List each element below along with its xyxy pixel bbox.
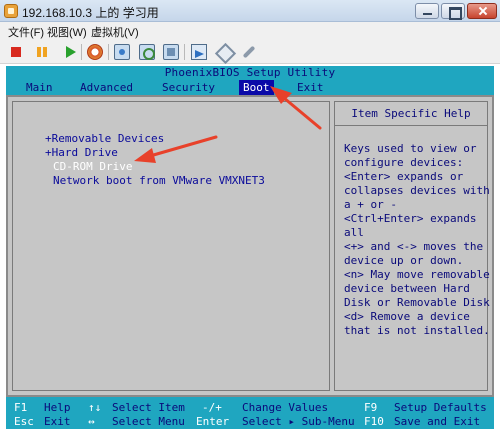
- menu-vm[interactable]: 虚拟机(V): [91, 24, 139, 40]
- key-f9: F9: [364, 401, 378, 414]
- tab-main[interactable]: Main: [22, 80, 57, 95]
- bios-title: PhoenixBIOS Setup Utility: [6, 66, 494, 80]
- close-icon[interactable]: [467, 3, 497, 19]
- minimize-icon[interactable]: [415, 3, 439, 19]
- help-panel: Item Specific Help Keys used to view or …: [334, 101, 490, 391]
- help-line: all: [344, 226, 364, 239]
- help-line: <+> and <-> moves the: [344, 240, 484, 253]
- vmware-app-icon: [4, 4, 18, 18]
- key-f9-desc: Setup Defaults: [394, 401, 487, 414]
- tab-advanced[interactable]: Advanced: [76, 80, 137, 95]
- bios-key-legend: F1 Help ↑↓ Select Item -/+ Change Values…: [6, 397, 494, 429]
- menu-file[interactable]: 文件(F): [8, 24, 44, 40]
- revert-snapshot-icon[interactable]: [139, 44, 155, 60]
- toolbar-separator: [108, 44, 109, 60]
- help-line: a + or -: [344, 198, 397, 211]
- snapshot-icon[interactable]: [114, 44, 130, 60]
- key-leftright-desc: Select Menu: [112, 415, 185, 428]
- help-title: Item Specific Help: [335, 102, 487, 126]
- toolbar-separator: [81, 44, 82, 60]
- fullscreen-icon[interactable]: [191, 44, 207, 60]
- preferences-icon[interactable]: [241, 44, 257, 60]
- key-esc-desc: Exit: [44, 415, 71, 428]
- menu-view[interactable]: 视图(W): [47, 24, 87, 40]
- maximize-icon[interactable]: [441, 3, 465, 20]
- key-updown: ↑↓: [88, 401, 102, 414]
- help-line: device up or down.: [344, 254, 464, 267]
- help-line: configure devices:: [344, 156, 464, 169]
- boot-item-hard-drive[interactable]: +Hard Drive: [45, 146, 118, 160]
- help-line: device between Hard: [344, 282, 470, 295]
- boot-item-cdrom[interactable]: CD-ROM Drive: [53, 160, 132, 174]
- boot-item-network[interactable]: Network boot from VMware VMXNET3: [53, 174, 265, 188]
- key-enter-desc: Select ▸ Sub-Menu: [242, 415, 355, 428]
- unity-icon[interactable]: [216, 44, 232, 60]
- pause-icon[interactable]: [34, 44, 50, 60]
- key-f10-desc: Save and Exit: [394, 415, 481, 428]
- help-line: <d> Remove a device: [344, 310, 470, 323]
- tab-exit[interactable]: Exit: [293, 80, 328, 95]
- bios-content: +Removable Devices +Hard Drive CD-ROM Dr…: [6, 95, 494, 397]
- bios-screen[interactable]: PhoenixBIOS Setup Utility Main Advanced …: [6, 66, 494, 429]
- boot-order-panel: +Removable Devices +Hard Drive CD-ROM Dr…: [12, 101, 330, 391]
- help-line: <n> May move removable: [344, 268, 490, 281]
- tab-boot[interactable]: Boot: [239, 80, 274, 95]
- key-updown-desc: Select Item: [112, 401, 185, 414]
- help-line: <Ctrl+Enter> expands: [344, 212, 477, 225]
- help-line: collapses devices with: [344, 184, 490, 197]
- help-line: that is not installed.: [344, 324, 490, 337]
- manage-snapshots-icon[interactable]: [163, 44, 179, 60]
- key-f1: F1: [14, 401, 28, 414]
- help-line: Keys used to view or: [344, 142, 477, 155]
- key-esc: Esc: [14, 415, 34, 428]
- key-minus-plus: -/+: [202, 401, 222, 414]
- reset-icon[interactable]: [87, 44, 103, 60]
- help-line: <Enter> expands or: [344, 170, 464, 183]
- help-line: Disk or Removable Disk: [344, 296, 490, 309]
- bios-tab-bar: Main Advanced Security Boot Exit: [6, 80, 494, 95]
- menu-bar: 文件(F) 视图(W) 虚拟机(V): [0, 22, 500, 40]
- toolbar: [0, 40, 500, 64]
- tab-security[interactable]: Security: [158, 80, 219, 95]
- boot-item-removable[interactable]: +Removable Devices: [45, 132, 164, 146]
- play-icon[interactable]: [62, 44, 78, 60]
- key-leftright: ↔: [88, 415, 95, 428]
- window-titlebar: 192.168.10.3 上的 学习用: [0, 0, 500, 22]
- key-f1-desc: Help: [44, 401, 71, 414]
- key-f10: F10: [364, 415, 384, 428]
- window-title: 192.168.10.3 上的 学习用: [22, 6, 159, 20]
- stop-icon[interactable]: [8, 44, 24, 60]
- key-minus-plus-desc: Change Values: [242, 401, 329, 414]
- key-enter: Enter: [196, 415, 230, 428]
- toolbar-separator: [184, 44, 185, 60]
